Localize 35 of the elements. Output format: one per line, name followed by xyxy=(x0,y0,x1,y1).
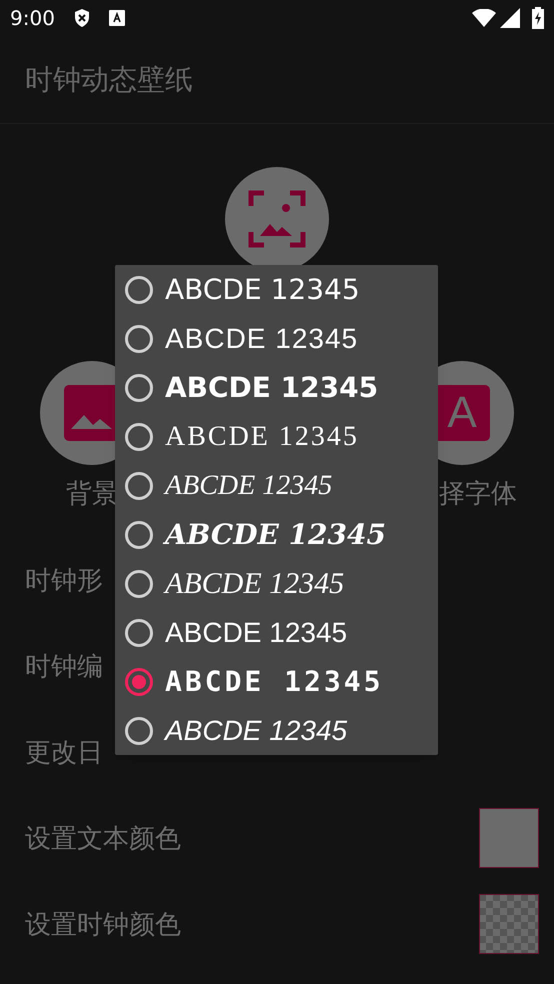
battery-icon xyxy=(532,7,544,29)
color-swatch[interactable] xyxy=(479,808,539,868)
font-sample: ABCDE 12345 xyxy=(165,616,348,650)
font-option[interactable]: ABCDE 12345 xyxy=(115,265,438,314)
font-sample: ABCDE 12345 xyxy=(165,664,384,700)
action-label: 背景 xyxy=(66,478,118,508)
font-sample: ABCDE 12345 xyxy=(165,566,344,602)
font-sample: ABCDE 12345 xyxy=(165,714,348,748)
font-sample: ABCDE 12345 xyxy=(165,468,332,502)
photo-frame-icon xyxy=(248,190,306,248)
setting-label[interactable]: 更改日 xyxy=(25,732,103,772)
action-label: 择字体 xyxy=(439,478,517,508)
font-option[interactable]: ABCDE 12345 xyxy=(115,510,438,559)
color-swatch[interactable] xyxy=(479,894,539,954)
setting-label[interactable]: 设置时钟颜色 xyxy=(25,904,181,944)
font-sample: ABCDE 12345 xyxy=(165,370,378,406)
radio-button[interactable] xyxy=(125,668,153,696)
shield-icon xyxy=(72,8,91,28)
setting-label[interactable]: 设置文本颜色 xyxy=(25,818,181,858)
font-sample: ABCDE 12345 xyxy=(165,322,358,356)
wifi-icon xyxy=(472,9,496,27)
font-sample: ABCDE 12345 xyxy=(165,272,360,308)
font-option[interactable]: ABCDE 12345 xyxy=(115,608,438,657)
font-option[interactable]: ABCDE 12345 xyxy=(115,559,438,608)
font-sample: ABCDE 12345 xyxy=(165,420,359,454)
font-option[interactable]: ABCDE 12345 xyxy=(115,314,438,363)
setting-label[interactable]: 时钟形 xyxy=(25,560,103,600)
signal-icon xyxy=(500,8,520,28)
status-time: 9:00 xyxy=(10,5,55,32)
font-option[interactable]: ABCDE 12345 xyxy=(115,706,438,755)
setting-label[interactable]: 时钟编 xyxy=(25,646,103,686)
notification-icon xyxy=(108,10,125,26)
font-option[interactable]: ABCDE 12345 xyxy=(115,657,438,706)
font-sample: ABCDE 12345 xyxy=(165,514,386,556)
app-title: 时钟动态壁纸 xyxy=(25,62,193,96)
